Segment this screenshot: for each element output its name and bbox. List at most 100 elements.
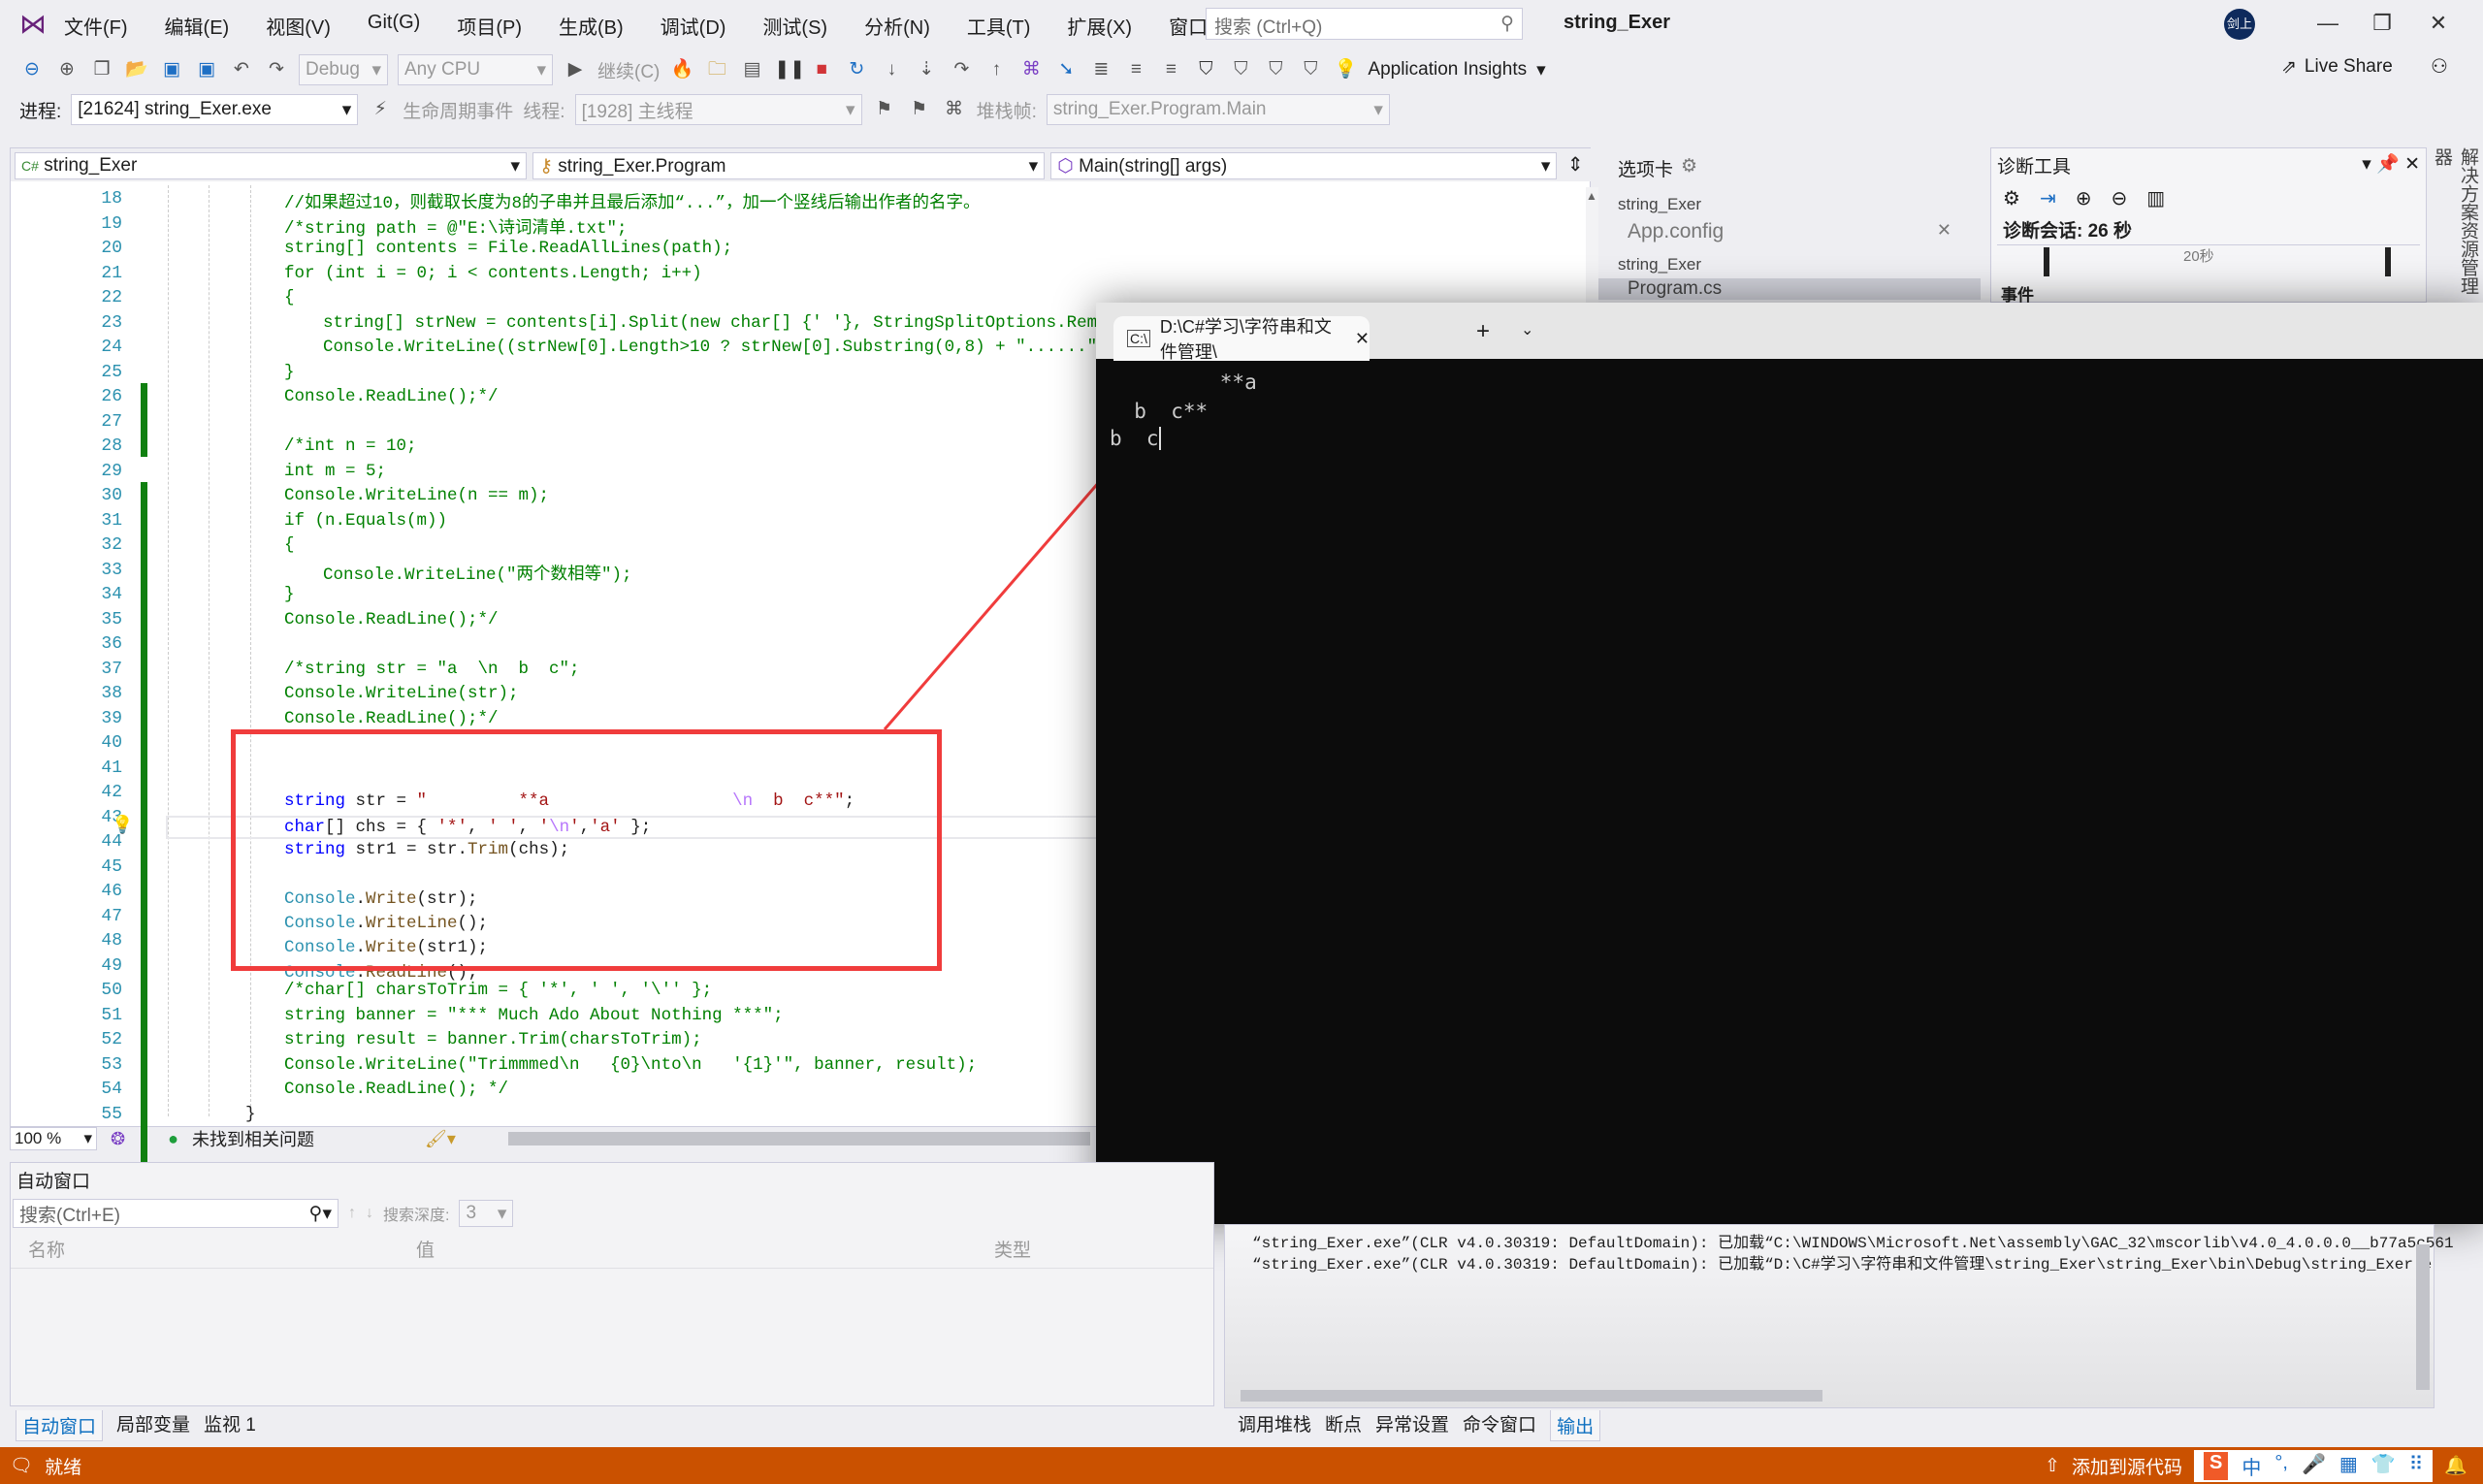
dropdown-icon[interactable]: ▾ xyxy=(2362,154,2371,175)
chevron-down-icon[interactable]: ▾ xyxy=(1536,59,1546,81)
intellicode-icon[interactable]: ❂ xyxy=(111,1129,125,1149)
live-share-button[interactable]: ⇗ Live Share xyxy=(2281,56,2393,79)
settings-gear-icon[interactable]: ⚙ xyxy=(2003,186,2020,210)
restart-icon[interactable]: ↻ xyxy=(844,57,869,82)
step-over-icon[interactable]: ⇣ xyxy=(914,57,939,82)
user-avatar[interactable]: 剑上 xyxy=(2224,9,2255,40)
zoom-select[interactable]: 100 % ▾ xyxy=(10,1127,97,1150)
project-dropdown[interactable]: C# string_Exer ▾ xyxy=(15,152,528,179)
gear-icon[interactable]: ⚙ xyxy=(1681,155,1697,181)
tab-item-program-cs[interactable]: Program.cs xyxy=(1598,278,1981,300)
notifications-bell-icon[interactable]: 🔔 xyxy=(2444,1454,2467,1477)
tab-locals[interactable]: 局部变量 xyxy=(116,1410,190,1441)
new-tab-button[interactable]: + xyxy=(1476,318,1490,345)
scroll-up-icon[interactable]: ▲ xyxy=(1586,189,1597,203)
editor-horizontal-scrollbar[interactable] xyxy=(507,1132,1090,1145)
tab-watch-1[interactable]: 监视 1 xyxy=(204,1410,256,1441)
threads-icon[interactable]: ⌘ xyxy=(1018,57,1044,82)
add-to-source-control-button[interactable]: 添加到源代码 xyxy=(2072,1453,2182,1479)
platform-select[interactable]: Any CPU ▾ xyxy=(398,54,553,85)
column-name[interactable]: 名称 xyxy=(28,1236,416,1262)
flag-thread-icon[interactable]: ⚑ xyxy=(872,97,897,122)
lifecycle-events-button[interactable]: 生命周期事件 xyxy=(403,97,513,123)
tab-output[interactable]: 输出 xyxy=(1550,1410,1601,1441)
tab-item-app-config[interactable]: App.config ✕ xyxy=(1598,220,1981,243)
redo-icon[interactable]: ↷ xyxy=(264,57,289,82)
window-layout-icon[interactable]: ▤ xyxy=(739,57,764,82)
stackframe-select[interactable]: string_Exer.Program.Main ▾ xyxy=(1046,94,1390,125)
close-icon[interactable]: ✕ xyxy=(2404,154,2420,175)
ime-toolbox-icon[interactable]: ⠿ xyxy=(2409,1452,2424,1480)
column-value[interactable]: 值 xyxy=(416,1236,994,1262)
chart-options-icon[interactable]: ▥ xyxy=(2146,186,2165,210)
stop-icon[interactable]: ■ xyxy=(809,57,834,82)
configuration-select[interactable]: Debug ▾ xyxy=(299,54,388,85)
pause-icon[interactable]: ❚❚ xyxy=(774,57,805,82)
run-to-cursor-icon[interactable]: ➘ xyxy=(1053,57,1079,82)
tab-autos[interactable]: 自动窗口 xyxy=(16,1410,104,1441)
bookmark-icon[interactable]: ⛉ xyxy=(1193,57,1218,82)
console-window[interactable]: C:\ D:\C#学习\字符串和文件管理\ ✕ + ⌄ **a b c** b … xyxy=(1096,303,2483,1224)
tab-breakpoints[interactable]: 断点 xyxy=(1325,1410,1362,1441)
code-cleanup-icon[interactable]: 🖌▾ xyxy=(425,1129,456,1149)
tab-command-window[interactable]: 命令窗口 xyxy=(1463,1410,1536,1441)
hot-reload-icon[interactable]: 🔥 xyxy=(669,57,694,82)
indent-icon[interactable]: ≡ xyxy=(1123,57,1148,82)
step-over-arc-icon[interactable]: ↷ xyxy=(949,57,974,82)
member-dropdown[interactable]: ⬡ Main(string[] args) ▾ xyxy=(1050,152,1558,179)
ime-keyboard-icon[interactable]: ▦ xyxy=(2339,1452,2358,1480)
show-threads-icon[interactable]: ⌘ xyxy=(942,97,967,122)
menu-git[interactable]: Git(G) xyxy=(368,12,420,40)
diagnostic-timeline[interactable]: 20秒 xyxy=(1997,244,2420,279)
new-project-icon[interactable]: ❐ xyxy=(89,57,114,82)
class-dropdown[interactable]: ⚷ string_Exer.Program ▾ xyxy=(532,152,1046,179)
zoom-in-icon[interactable]: ⊕ xyxy=(2076,186,2092,210)
output-vertical-scrollbar[interactable] xyxy=(2416,1244,2430,1390)
menu-tools[interactable]: 工具(T) xyxy=(967,12,1031,40)
menu-extensions[interactable]: 扩展(X) xyxy=(1067,12,1132,40)
continue-button[interactable]: 继续(C) xyxy=(597,57,660,83)
visual-studio-logo-icon[interactable]: ⋈ xyxy=(16,10,50,39)
menu-debug[interactable]: 调试(D) xyxy=(661,12,726,40)
output-horizontal-scrollbar[interactable] xyxy=(1241,1390,1822,1402)
menu-test[interactable]: 测试(S) xyxy=(762,12,827,40)
issues-status[interactable]: 未找到相关问题 xyxy=(192,1126,314,1151)
ime-punctuation[interactable]: °, xyxy=(2274,1452,2288,1480)
outdent-icon[interactable]: ≡ xyxy=(1158,57,1183,82)
quick-actions-lightbulb-icon[interactable]: 💡 xyxy=(112,815,133,836)
tab-exception-settings[interactable]: 异常设置 xyxy=(1375,1410,1449,1441)
step-out-icon[interactable]: ↑ xyxy=(984,57,1009,82)
sogou-logo-icon[interactable]: S xyxy=(2204,1451,2229,1480)
find-in-files-icon[interactable]: 🗀 xyxy=(704,57,729,82)
save-icon[interactable]: ▣ xyxy=(159,57,184,82)
split-editor-icon[interactable]: ⇕ xyxy=(1563,152,1588,177)
ime-voice-icon[interactable]: 🎤 xyxy=(2302,1452,2326,1480)
menu-project[interactable]: 项目(P) xyxy=(457,12,522,40)
tab-dropdown-icon[interactable]: ⌄ xyxy=(1521,320,1533,339)
format-icon[interactable]: ≣ xyxy=(1088,57,1113,82)
menu-build[interactable]: 生成(B) xyxy=(559,12,624,40)
zoom-out-icon[interactable]: ⊖ xyxy=(2111,186,2127,210)
maximize-button[interactable]: ❐ xyxy=(2363,6,2402,41)
continue-play-icon[interactable]: ▶ xyxy=(563,57,588,82)
clear-bookmark-icon[interactable]: ⛉ xyxy=(1298,57,1323,82)
step-into-icon[interactable]: ↓ xyxy=(879,57,904,82)
undo-icon[interactable]: ↶ xyxy=(229,57,254,82)
save-all-icon[interactable]: ▣ xyxy=(194,57,219,82)
autos-search-input[interactable]: 搜索(Ctrl+E) ⚲▾ xyxy=(13,1199,339,1228)
next-bookmark-icon[interactable]: ⛉ xyxy=(1263,57,1288,82)
menu-edit[interactable]: 编辑(E) xyxy=(165,12,230,40)
close-icon[interactable]: ✕ xyxy=(1937,220,1951,243)
global-search-input[interactable]: 搜索 (Ctrl+Q) ⚲ xyxy=(1206,8,1523,40)
flag-all-icon[interactable]: ⚑ xyxy=(907,97,932,122)
minimize-button[interactable]: — xyxy=(2308,6,2347,41)
navigate-back-icon[interactable]: ⊖ xyxy=(19,57,45,82)
tab-call-stack[interactable]: 调用堆栈 xyxy=(1238,1410,1311,1441)
feedback-icon[interactable]: ⚇ xyxy=(2431,54,2448,79)
application-insights-button[interactable]: Application Insights xyxy=(1368,59,1527,81)
search-next-icon[interactable]: ↓ xyxy=(366,1205,373,1222)
close-tab-icon[interactable]: ✕ xyxy=(1355,329,1370,349)
open-file-icon[interactable]: 📂 xyxy=(124,57,149,82)
navigate-forward-icon[interactable]: ⊕ xyxy=(54,57,80,82)
column-type[interactable]: 类型 xyxy=(994,1236,1031,1262)
